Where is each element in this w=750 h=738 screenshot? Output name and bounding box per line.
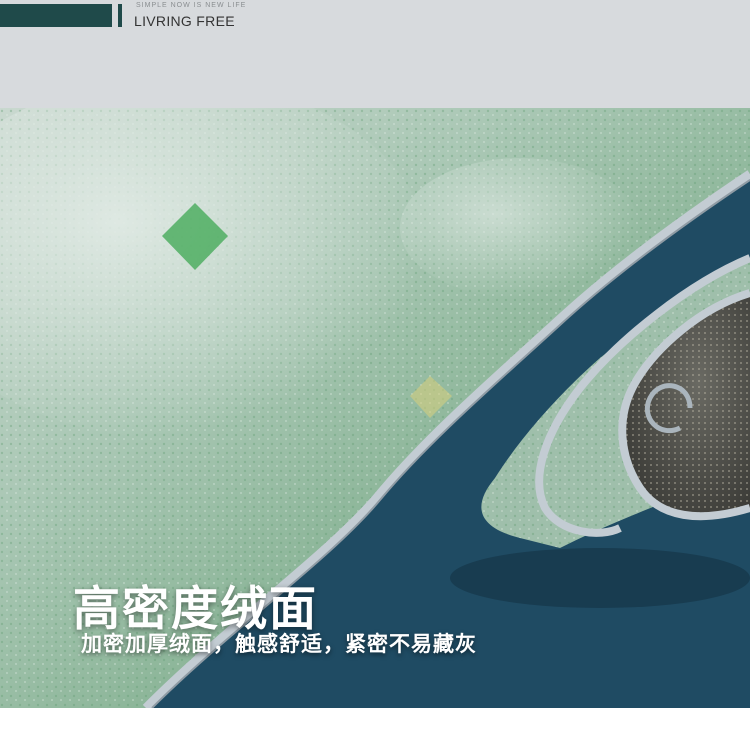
brand-divider <box>118 4 122 27</box>
brand-color-bar <box>0 4 112 27</box>
brand-name: LIVRING FREE <box>134 13 235 29</box>
top-banner: SIMPLE NOW IS NEW LIFE LIVRING FREE <box>0 0 750 108</box>
roll-shadow <box>450 548 750 608</box>
brand-tagline: SIMPLE NOW IS NEW LIFE <box>136 2 247 9</box>
caption-subline: 加密加厚绒面，触感舒适，紧密不易藏灰 <box>81 632 477 656</box>
bottom-margin <box>0 708 750 738</box>
